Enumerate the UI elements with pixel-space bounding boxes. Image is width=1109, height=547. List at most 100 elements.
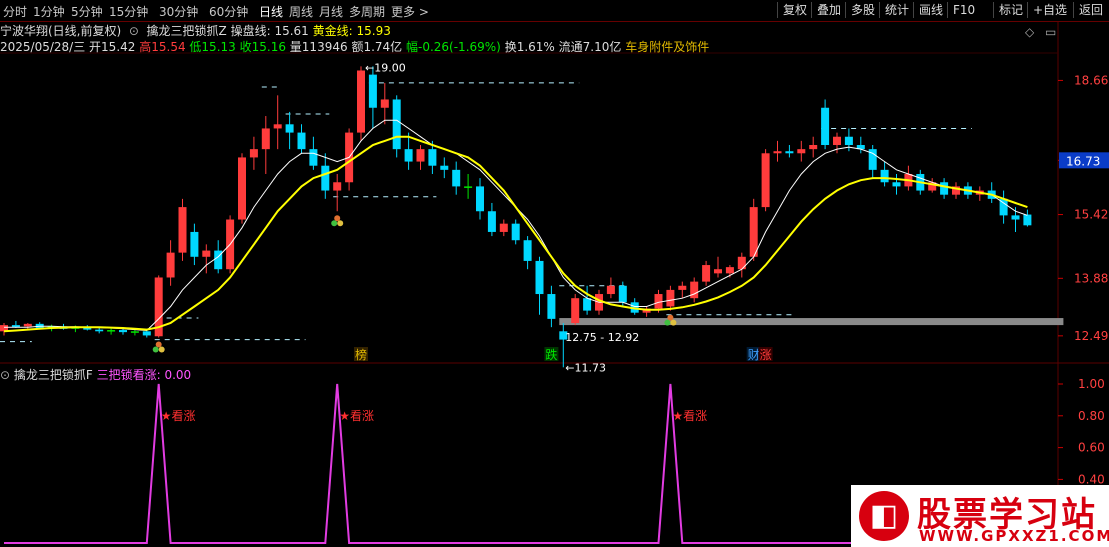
candle-body bbox=[892, 182, 901, 187]
signal-dot bbox=[334, 215, 341, 222]
candle-body bbox=[190, 231, 199, 257]
candle-body bbox=[428, 149, 437, 166]
collapse-icon[interactable]: ⊙ bbox=[0, 368, 14, 382]
candle-body bbox=[333, 182, 342, 191]
candle-body bbox=[690, 281, 699, 299]
candle-body bbox=[1023, 214, 1032, 226]
candle-body bbox=[487, 211, 496, 232]
candle-body bbox=[725, 267, 734, 274]
max-price-label: ←19.00 bbox=[365, 61, 406, 74]
candle-body bbox=[178, 207, 187, 253]
candle-body bbox=[416, 149, 425, 162]
candle-body bbox=[476, 186, 484, 212]
candle-body bbox=[273, 124, 282, 129]
candle-body bbox=[749, 207, 758, 257]
candle-body bbox=[380, 99, 389, 108]
signal-dot bbox=[667, 314, 674, 321]
candle-body bbox=[95, 329, 104, 332]
candle-body bbox=[249, 149, 258, 158]
candle-body bbox=[547, 294, 556, 319]
candle-body bbox=[702, 265, 711, 282]
candle-body bbox=[511, 223, 520, 241]
candle-body bbox=[523, 240, 532, 261]
event-marker: 财 bbox=[748, 348, 760, 362]
candle-body bbox=[797, 149, 806, 154]
bullish-label: ★看涨 bbox=[161, 408, 196, 423]
sub-tick-label: 1.00 bbox=[1078, 377, 1105, 391]
candle-body bbox=[535, 260, 544, 295]
candle-body bbox=[309, 149, 318, 166]
price-tick-label: 13.88 bbox=[1074, 271, 1108, 285]
candle-body bbox=[202, 250, 211, 257]
candle-body bbox=[833, 136, 841, 146]
candle-body bbox=[571, 298, 580, 324]
candle-body bbox=[940, 182, 949, 195]
candle-body bbox=[440, 165, 449, 170]
event-marker: 榜 bbox=[355, 347, 367, 362]
diamond-icon: ◇ bbox=[1025, 25, 1035, 39]
candle-body bbox=[166, 252, 175, 278]
candle-body bbox=[499, 223, 508, 232]
current-price-label: 16.73 bbox=[1066, 154, 1100, 168]
candle-body bbox=[844, 136, 853, 146]
bullish-label: ★看涨 bbox=[339, 408, 374, 423]
event-marker: 跌 bbox=[545, 347, 557, 362]
signal-dot bbox=[664, 319, 671, 326]
event-marker: 涨 bbox=[760, 347, 772, 362]
candle-body bbox=[321, 165, 330, 191]
candle-body bbox=[583, 298, 592, 311]
candle-body bbox=[606, 285, 615, 295]
sub-indicator-value: 三把锁看涨: 0.00 bbox=[96, 368, 192, 382]
candle-body bbox=[773, 151, 782, 154]
signal-dot bbox=[331, 220, 338, 227]
candle-body bbox=[404, 149, 413, 162]
logo-url: WWW.GPXXZ1.COM bbox=[919, 527, 1109, 545]
candle-body bbox=[666, 289, 675, 307]
candle-body bbox=[618, 285, 627, 303]
candle-body bbox=[119, 330, 127, 333]
candle-body bbox=[785, 151, 794, 154]
signal-dot bbox=[337, 220, 344, 227]
sub-tick-label: 0.80 bbox=[1078, 409, 1105, 423]
kline-chart[interactable]: ←19.00 ←11.73 12.75 - 12.92 榜 跌 财涨 12.49 13.88… bbox=[0, 0, 1109, 547]
candle-body bbox=[238, 157, 246, 220]
candle-body bbox=[714, 269, 722, 274]
book-icon: ◧ bbox=[859, 491, 909, 541]
candle-body bbox=[23, 323, 32, 327]
candle-body bbox=[368, 74, 377, 108]
min-price-label: ←11.73 bbox=[565, 361, 606, 374]
price-tick-label: 15.42 bbox=[1074, 208, 1108, 222]
signal-dot bbox=[155, 341, 162, 348]
sub-tick-label: 0.60 bbox=[1078, 441, 1105, 455]
signal-dot bbox=[670, 319, 677, 326]
candle-body bbox=[285, 124, 294, 133]
candle-body bbox=[654, 294, 663, 309]
price-tick-label: 18.66 bbox=[1074, 73, 1108, 87]
signal-dot bbox=[152, 346, 159, 353]
sub-indicator-name[interactable]: 擒龙三把锁抓F bbox=[14, 368, 93, 382]
range-label: 12.75 - 12.92 bbox=[565, 331, 639, 344]
candle-body bbox=[880, 169, 889, 183]
candle-body bbox=[130, 331, 139, 333]
candle-body bbox=[452, 169, 461, 187]
candle-body bbox=[107, 330, 116, 332]
candle-body bbox=[392, 99, 401, 150]
candle-body bbox=[1011, 215, 1020, 220]
signal-dot bbox=[158, 346, 165, 353]
expand-icon: ▭ bbox=[1045, 25, 1056, 39]
candle-body bbox=[737, 256, 746, 270]
candle-body bbox=[809, 145, 818, 150]
candle-body bbox=[297, 132, 306, 150]
candle-body bbox=[761, 153, 770, 208]
support-band bbox=[559, 318, 1064, 326]
candle-body bbox=[678, 285, 687, 290]
candle-body bbox=[357, 70, 365, 133]
candle-body bbox=[261, 128, 270, 150]
bullish-label: ★看涨 bbox=[672, 408, 707, 423]
candle-body bbox=[142, 331, 151, 336]
price-tick-label: 12.49 bbox=[1074, 329, 1108, 343]
site-logo: ◧ 股票学习站 WWW.GPXXZ1.COM bbox=[851, 485, 1109, 547]
candle-body bbox=[821, 107, 830, 146]
candle-body bbox=[464, 186, 473, 188]
sub-indicator-header: ⊙ 擒龙三把锁抓F 三把锁看涨: 0.00 bbox=[0, 366, 191, 383]
